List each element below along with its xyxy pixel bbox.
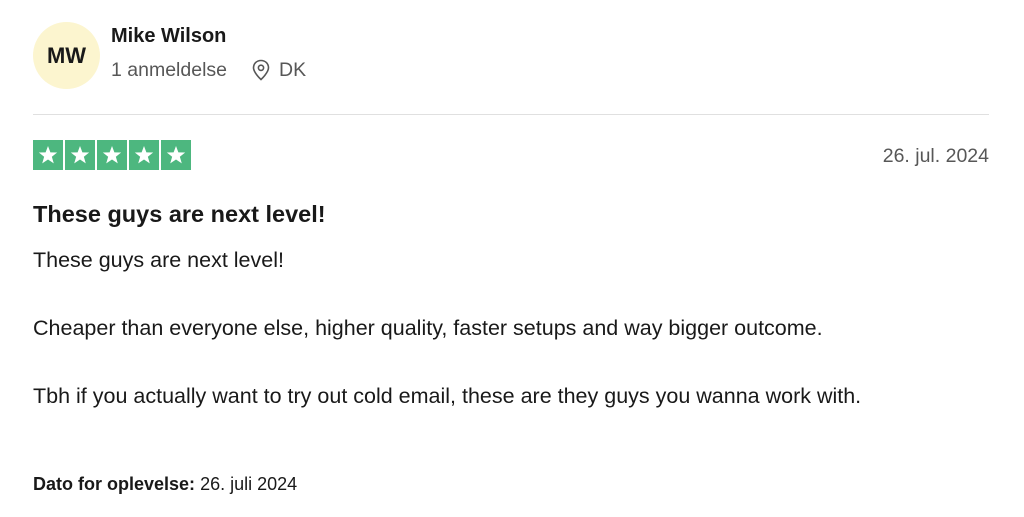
star-icon [97,140,127,170]
star-rating [33,140,191,170]
experience-date-value: 26. juli 2024 [200,474,298,494]
review-date: 26. jul. 2024 [882,145,989,167]
reviewer-country: DK [279,58,307,81]
review-count: 1 anmeldelse [111,58,227,81]
star-icon [161,140,191,170]
reviewer-header: MW Mike Wilson 1 anmeldelse DK [33,22,306,89]
avatar[interactable]: MW [33,22,100,89]
reviewer-info: Mike Wilson 1 anmeldelse DK [111,25,306,81]
review-paragraph: Cheaper than everyone else, higher quali… [33,316,823,340]
experience-date: Dato for oplevelse: 26. juli 2024 [33,473,297,495]
star-icon [33,140,63,170]
review-body: These guys are next level! Cheaper than … [33,243,963,413]
reviewer-name[interactable]: Mike Wilson [111,25,306,47]
location-pin-icon [251,59,271,81]
review-paragraph: These guys are next level! [33,248,284,272]
reviewer-meta: 1 anmeldelse DK [111,59,306,81]
review-paragraph: Tbh if you actually want to try out cold… [33,384,862,408]
divider [33,114,989,115]
experience-date-label: Dato for oplevelse: [33,474,196,494]
star-icon [65,140,95,170]
review-title[interactable]: These guys are next level! [33,200,326,228]
star-icon [129,140,159,170]
